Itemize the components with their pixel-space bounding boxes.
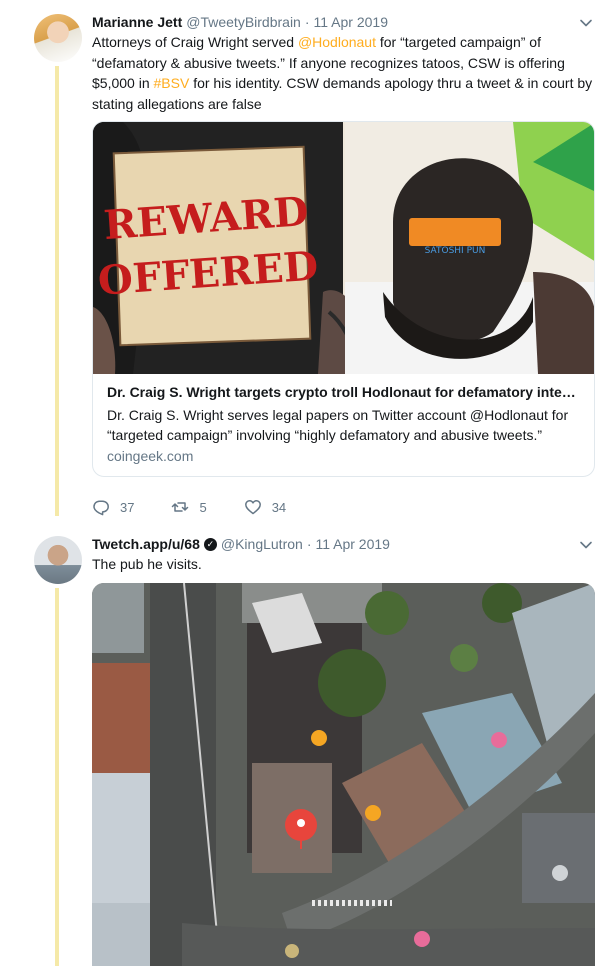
thread-connector-line xyxy=(55,588,59,966)
retweet-button[interactable]: 5 xyxy=(171,498,207,516)
avatar[interactable] xyxy=(34,14,82,62)
tweet-text: The pub he visits. xyxy=(92,556,202,572)
chevron-down-icon[interactable] xyxy=(579,16,593,30)
retweet-count: 5 xyxy=(199,499,207,515)
tweet-date[interactable]: 11 Apr 2019 xyxy=(314,14,388,30)
chevron-down-icon[interactable] xyxy=(579,538,593,552)
link-card[interactable]: REWARD OFFERED SATOSHI PUN Dr. Craig S. … xyxy=(92,121,595,477)
hashtag-link[interactable]: #BSV xyxy=(154,75,190,91)
card-description: Dr. Craig S. Wright serves legal papers … xyxy=(107,407,569,443)
reply-count: 37 xyxy=(120,499,135,515)
mention-link[interactable]: @Hodlonaut xyxy=(298,34,376,50)
tweet-actions: 37 5 34 xyxy=(92,496,323,518)
like-button[interactable]: 34 xyxy=(244,498,286,516)
card-image[interactable]: REWARD OFFERED SATOSHI PUN xyxy=(93,122,595,374)
cap-logo-text: SATOSHI PUN xyxy=(425,246,486,256)
reply-button[interactable]: 37 xyxy=(92,498,134,516)
tweet-text: Attorneys of Craig Wright served @Hodlon… xyxy=(92,32,597,114)
map-image[interactable] xyxy=(92,583,595,966)
tweet-text-segment: Attorneys of Craig Wright served xyxy=(92,34,298,50)
retweet-icon xyxy=(172,502,189,512)
display-name[interactable]: Twetch.app/u/68 xyxy=(92,536,200,552)
user-handle[interactable]: @KingLutron xyxy=(221,536,303,552)
tweet-header: Twetch.app/u/68 ✓ @KingLutron · 11 Apr 2… xyxy=(92,534,390,554)
reply-icon xyxy=(93,500,109,516)
tweet-header: Marianne Jett @TweetyBirdbrain · 11 Apr … xyxy=(92,12,388,32)
like-count: 34 xyxy=(271,499,287,515)
avatar[interactable] xyxy=(34,536,82,584)
separator: · xyxy=(304,14,310,30)
card-domain: coingeek.com xyxy=(107,448,194,464)
tweet-date[interactable]: 11 Apr 2019 xyxy=(315,536,389,552)
user-handle[interactable]: @TweetyBirdbrain xyxy=(186,14,301,30)
card-title[interactable]: Dr. Craig S. Wright targets crypto troll… xyxy=(107,384,582,400)
heart-icon xyxy=(244,500,261,515)
display-name[interactable]: Marianne Jett xyxy=(92,14,182,30)
separator: · xyxy=(306,536,312,552)
verified-badge-icon: ✓ xyxy=(203,537,217,551)
thread-connector-line xyxy=(55,66,59,516)
